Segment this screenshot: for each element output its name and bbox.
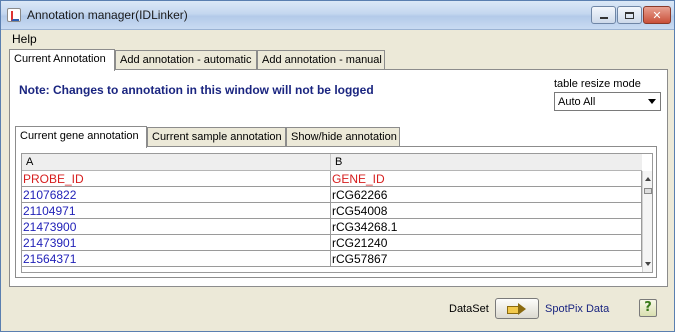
cell-a[interactable]: 21473900 (22, 219, 331, 235)
cell-a[interactable]: 21104971 (22, 203, 331, 219)
cell-a[interactable]: 21564371 (22, 251, 331, 267)
gene-annotation-panel: A B PROBE_ID GENE_ID 21076822 rCG62266 2… (15, 146, 657, 278)
table-row[interactable]: 21473901 rCG21240 (22, 235, 642, 251)
table-row[interactable]: 21564371 rCG57867 (22, 251, 642, 267)
column-header-a[interactable]: A (22, 154, 331, 171)
cell-b[interactable]: GENE_ID (331, 171, 642, 187)
app-icon (7, 8, 21, 22)
menu-help[interactable]: Help (12, 32, 37, 46)
table-row[interactable]: 21473900 rCG34268.1 (22, 219, 642, 235)
tab-current-sample-annotation[interactable]: Current sample annotation (147, 127, 286, 147)
cell-b[interactable]: rCG34268.1 (331, 219, 642, 235)
close-icon: ✕ (652, 8, 662, 22)
footer-bar: DataSet SpotPix Data ? (1, 293, 674, 331)
menu-bar: Help (2, 30, 673, 49)
table-resize-label: table resize mode (554, 78, 641, 90)
tab-show-hide-annotation[interactable]: Show/hide annotation (286, 127, 400, 147)
cell-b[interactable]: rCG57867 (331, 251, 642, 267)
cell-a[interactable]: 21473901 (22, 235, 331, 251)
table-row[interactable]: 21104971 rCG54008 (22, 203, 642, 219)
tab-add-annotation-manual[interactable]: Add annotation - manual (257, 50, 385, 70)
table-resize-value: Auto All (558, 96, 596, 108)
minimize-icon (599, 17, 608, 19)
annotation-table: A B PROBE_ID GENE_ID 21076822 rCG62266 2… (21, 153, 653, 273)
scroll-thumb[interactable] (644, 188, 652, 194)
cell-b[interactable]: rCG21240 (331, 235, 642, 251)
table-header: A B (22, 154, 642, 171)
maximize-icon (625, 11, 634, 19)
cell-b[interactable]: rCG62266 (331, 187, 642, 203)
annotation-manager-window: Annotation manager(IDLinker) ✕ Help Curr… (0, 0, 675, 332)
maximize-button[interactable] (617, 6, 642, 24)
scroll-down-icon[interactable] (645, 262, 651, 266)
minimize-button[interactable] (591, 6, 616, 24)
column-header-b[interactable]: B (331, 154, 642, 171)
table-resize-select[interactable]: Auto All (554, 92, 661, 111)
dataset-name[interactable]: SpotPix Data (545, 303, 609, 315)
window-title: Annotation manager(IDLinker) (27, 8, 188, 22)
arrow-right-icon (507, 302, 527, 315)
cell-a[interactable]: PROBE_ID (22, 171, 331, 187)
tab-add-annotation-automatic[interactable]: Add annotation - automatic (115, 50, 257, 70)
table-vertical-scrollbar[interactable] (642, 171, 652, 272)
logging-note: Note: Changes to annotation in this wind… (19, 83, 374, 97)
scroll-up-icon[interactable] (645, 177, 651, 181)
cell-b[interactable]: rCG54008 (331, 203, 642, 219)
table-row[interactable]: PROBE_ID GENE_ID (22, 171, 642, 187)
current-annotation-panel: Note: Changes to annotation in this wind… (9, 69, 668, 287)
help-icon: ? (644, 300, 652, 315)
dataset-goto-button[interactable] (495, 298, 539, 319)
dataset-label: DataSet (449, 303, 489, 315)
tab-current-annotation[interactable]: Current Annotation (9, 49, 115, 71)
close-button[interactable]: ✕ (643, 6, 671, 24)
table-row[interactable]: 21076822 rCG62266 (22, 187, 642, 203)
tab-current-gene-annotation[interactable]: Current gene annotation (15, 126, 147, 148)
title-bar[interactable]: Annotation manager(IDLinker) ✕ (1, 1, 674, 30)
cell-a[interactable]: 21076822 (22, 187, 331, 203)
dropdown-arrow-icon (648, 99, 656, 104)
help-button[interactable]: ? (639, 299, 657, 317)
